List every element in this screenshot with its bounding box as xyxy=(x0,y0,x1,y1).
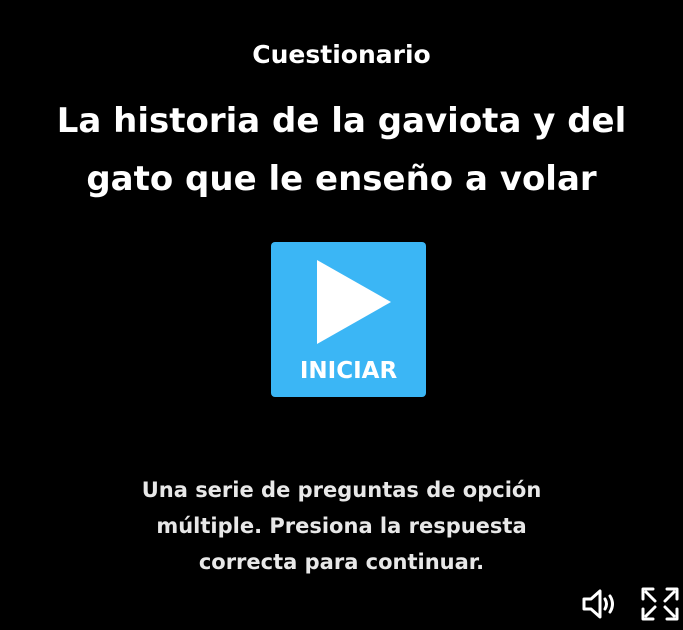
quiz-title: La historia de la gaviota y del gato que… xyxy=(56,101,627,199)
start-button-label: INICIAR xyxy=(299,358,398,384)
play-icon xyxy=(317,260,391,344)
fullscreen-button[interactable] xyxy=(640,586,680,622)
volume-button[interactable] xyxy=(580,586,620,622)
quiz-type-label: Cuestionario xyxy=(252,40,431,69)
speaker-volume-icon xyxy=(582,589,614,619)
fullscreen-expand-icon xyxy=(641,587,679,621)
start-button[interactable]: INICIAR xyxy=(271,242,426,397)
quiz-start-screen: Cuestionario La historia de la gaviota y… xyxy=(0,0,683,630)
quiz-description: Una serie de preguntas de opción múltipl… xyxy=(141,478,542,574)
